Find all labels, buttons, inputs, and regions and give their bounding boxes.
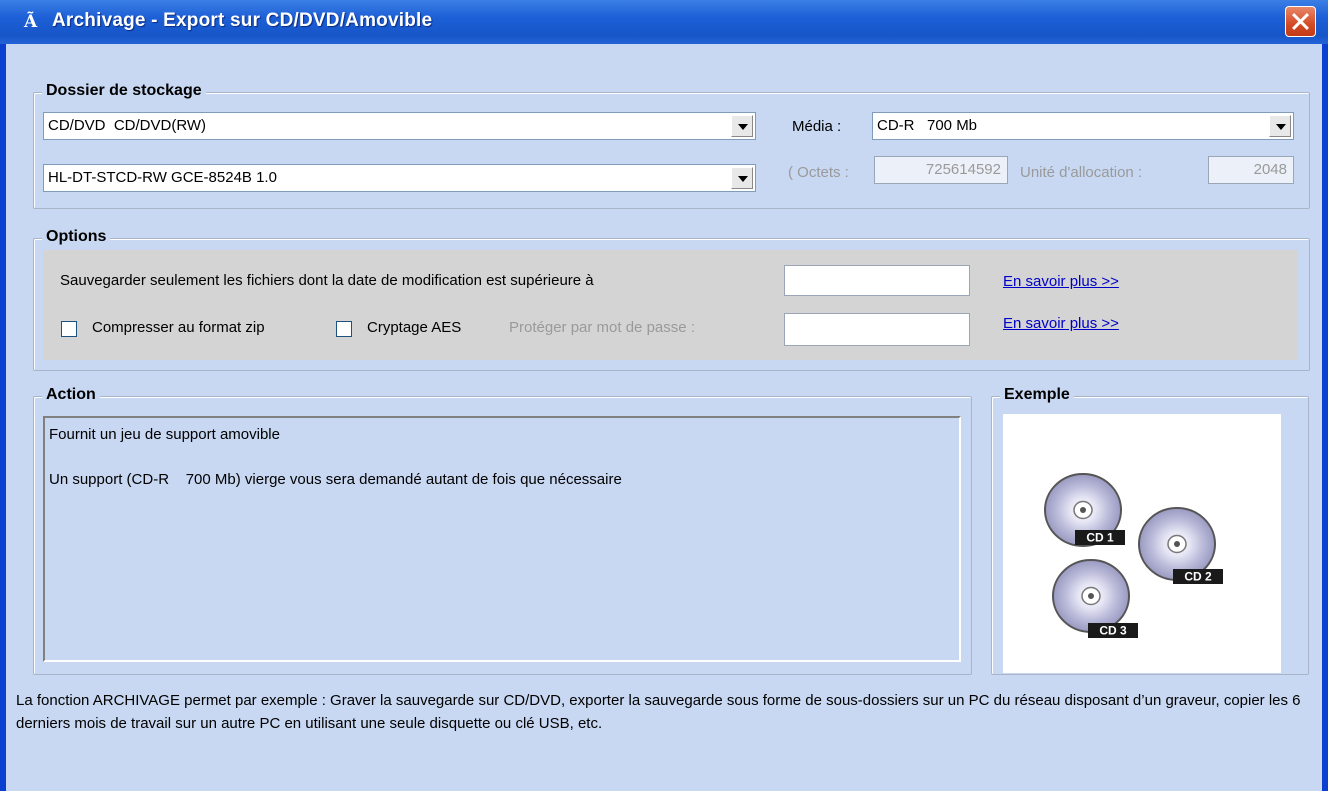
allocation-label: Unité d'allocation : (1020, 164, 1143, 181)
aes-checkbox[interactable] (336, 321, 352, 337)
aes-label[interactable]: Cryptage AES (367, 319, 461, 336)
media-select[interactable]: CD-R 700 Mb (872, 112, 1294, 140)
octets-label: ( Octets : (788, 164, 849, 181)
chevron-down-icon[interactable] (731, 115, 753, 137)
cd-1-icon: CD 1 (1044, 473, 1125, 547)
archive-export-window: Ã Archivage - Export sur CD/DVD/Amovible… (0, 0, 1328, 791)
cd-1-label: CD 1 (1086, 531, 1114, 545)
window-frame-right (1322, 44, 1328, 791)
action-line-2: Un support (CD-R 700 Mb) vierge vous ser… (49, 471, 622, 488)
zip-label[interactable]: Compresser au format zip (92, 319, 265, 336)
learn-more-link-password[interactable]: En savoir plus >> (1003, 315, 1119, 332)
action-line-1: Fournit un jeu de support amovible (49, 426, 280, 443)
octets-value: 725614592 (925, 161, 1001, 178)
octets-field: 725614592 (874, 156, 1008, 184)
device-select[interactable]: HL-DT-STCD-RW GCE-8524B 1.0 (43, 164, 756, 192)
learn-more-link-date[interactable]: En savoir plus >> (1003, 273, 1119, 290)
storage-legend: Dossier de stockage (42, 82, 206, 100)
date-filter-input[interactable] (784, 265, 970, 296)
example-image: CD 1 CD 2 CD 3 (1003, 414, 1281, 673)
options-panel (43, 250, 1298, 360)
drive-type-value: CD/DVD CD/DVD(RW) (48, 117, 207, 134)
date-filter-label: Sauvegarder seulement les fichiers dont … (60, 272, 594, 289)
chevron-down-icon[interactable] (731, 167, 753, 189)
options-legend: Options (42, 228, 111, 246)
password-label: Protéger par mot de passe : (509, 319, 695, 336)
title-bar[interactable]: Ã Archivage - Export sur CD/DVD/Amovible (0, 0, 1328, 44)
cd-3-icon: CD 3 (1052, 559, 1138, 638)
cd-3-label: CD 3 (1099, 624, 1127, 638)
password-input[interactable] (784, 313, 970, 346)
device-value: HL-DT-STCD-RW GCE-8524B 1.0 (48, 169, 277, 186)
allocation-value: 2048 (1253, 161, 1287, 178)
window-title: Archivage - Export sur CD/DVD/Amovible (52, 10, 433, 31)
cd-discs-illustration: CD 1 CD 2 CD 3 (1044, 473, 1223, 638)
close-button[interactable] (1285, 6, 1316, 37)
action-legend: Action (42, 386, 100, 404)
zip-checkbox[interactable] (61, 321, 77, 337)
media-label: Média : (792, 118, 842, 135)
footer-description: La fonction ARCHIVAGE permet par exemple… (16, 692, 1301, 732)
drive-type-select[interactable]: CD/DVD CD/DVD(RW) (43, 112, 756, 140)
media-value: CD-R 700 Mb (877, 117, 978, 134)
window-frame-left (0, 44, 6, 791)
archive-a-icon: Ã (24, 12, 38, 32)
chevron-down-icon[interactable] (1269, 115, 1291, 137)
cd-2-icon: CD 2 (1138, 507, 1223, 584)
example-legend: Exemple (1000, 386, 1074, 404)
action-description-box: Fournit un jeu de support amovible Un su… (43, 416, 961, 662)
allocation-field: 2048 (1208, 156, 1294, 184)
cd-2-label: CD 2 (1184, 570, 1212, 584)
